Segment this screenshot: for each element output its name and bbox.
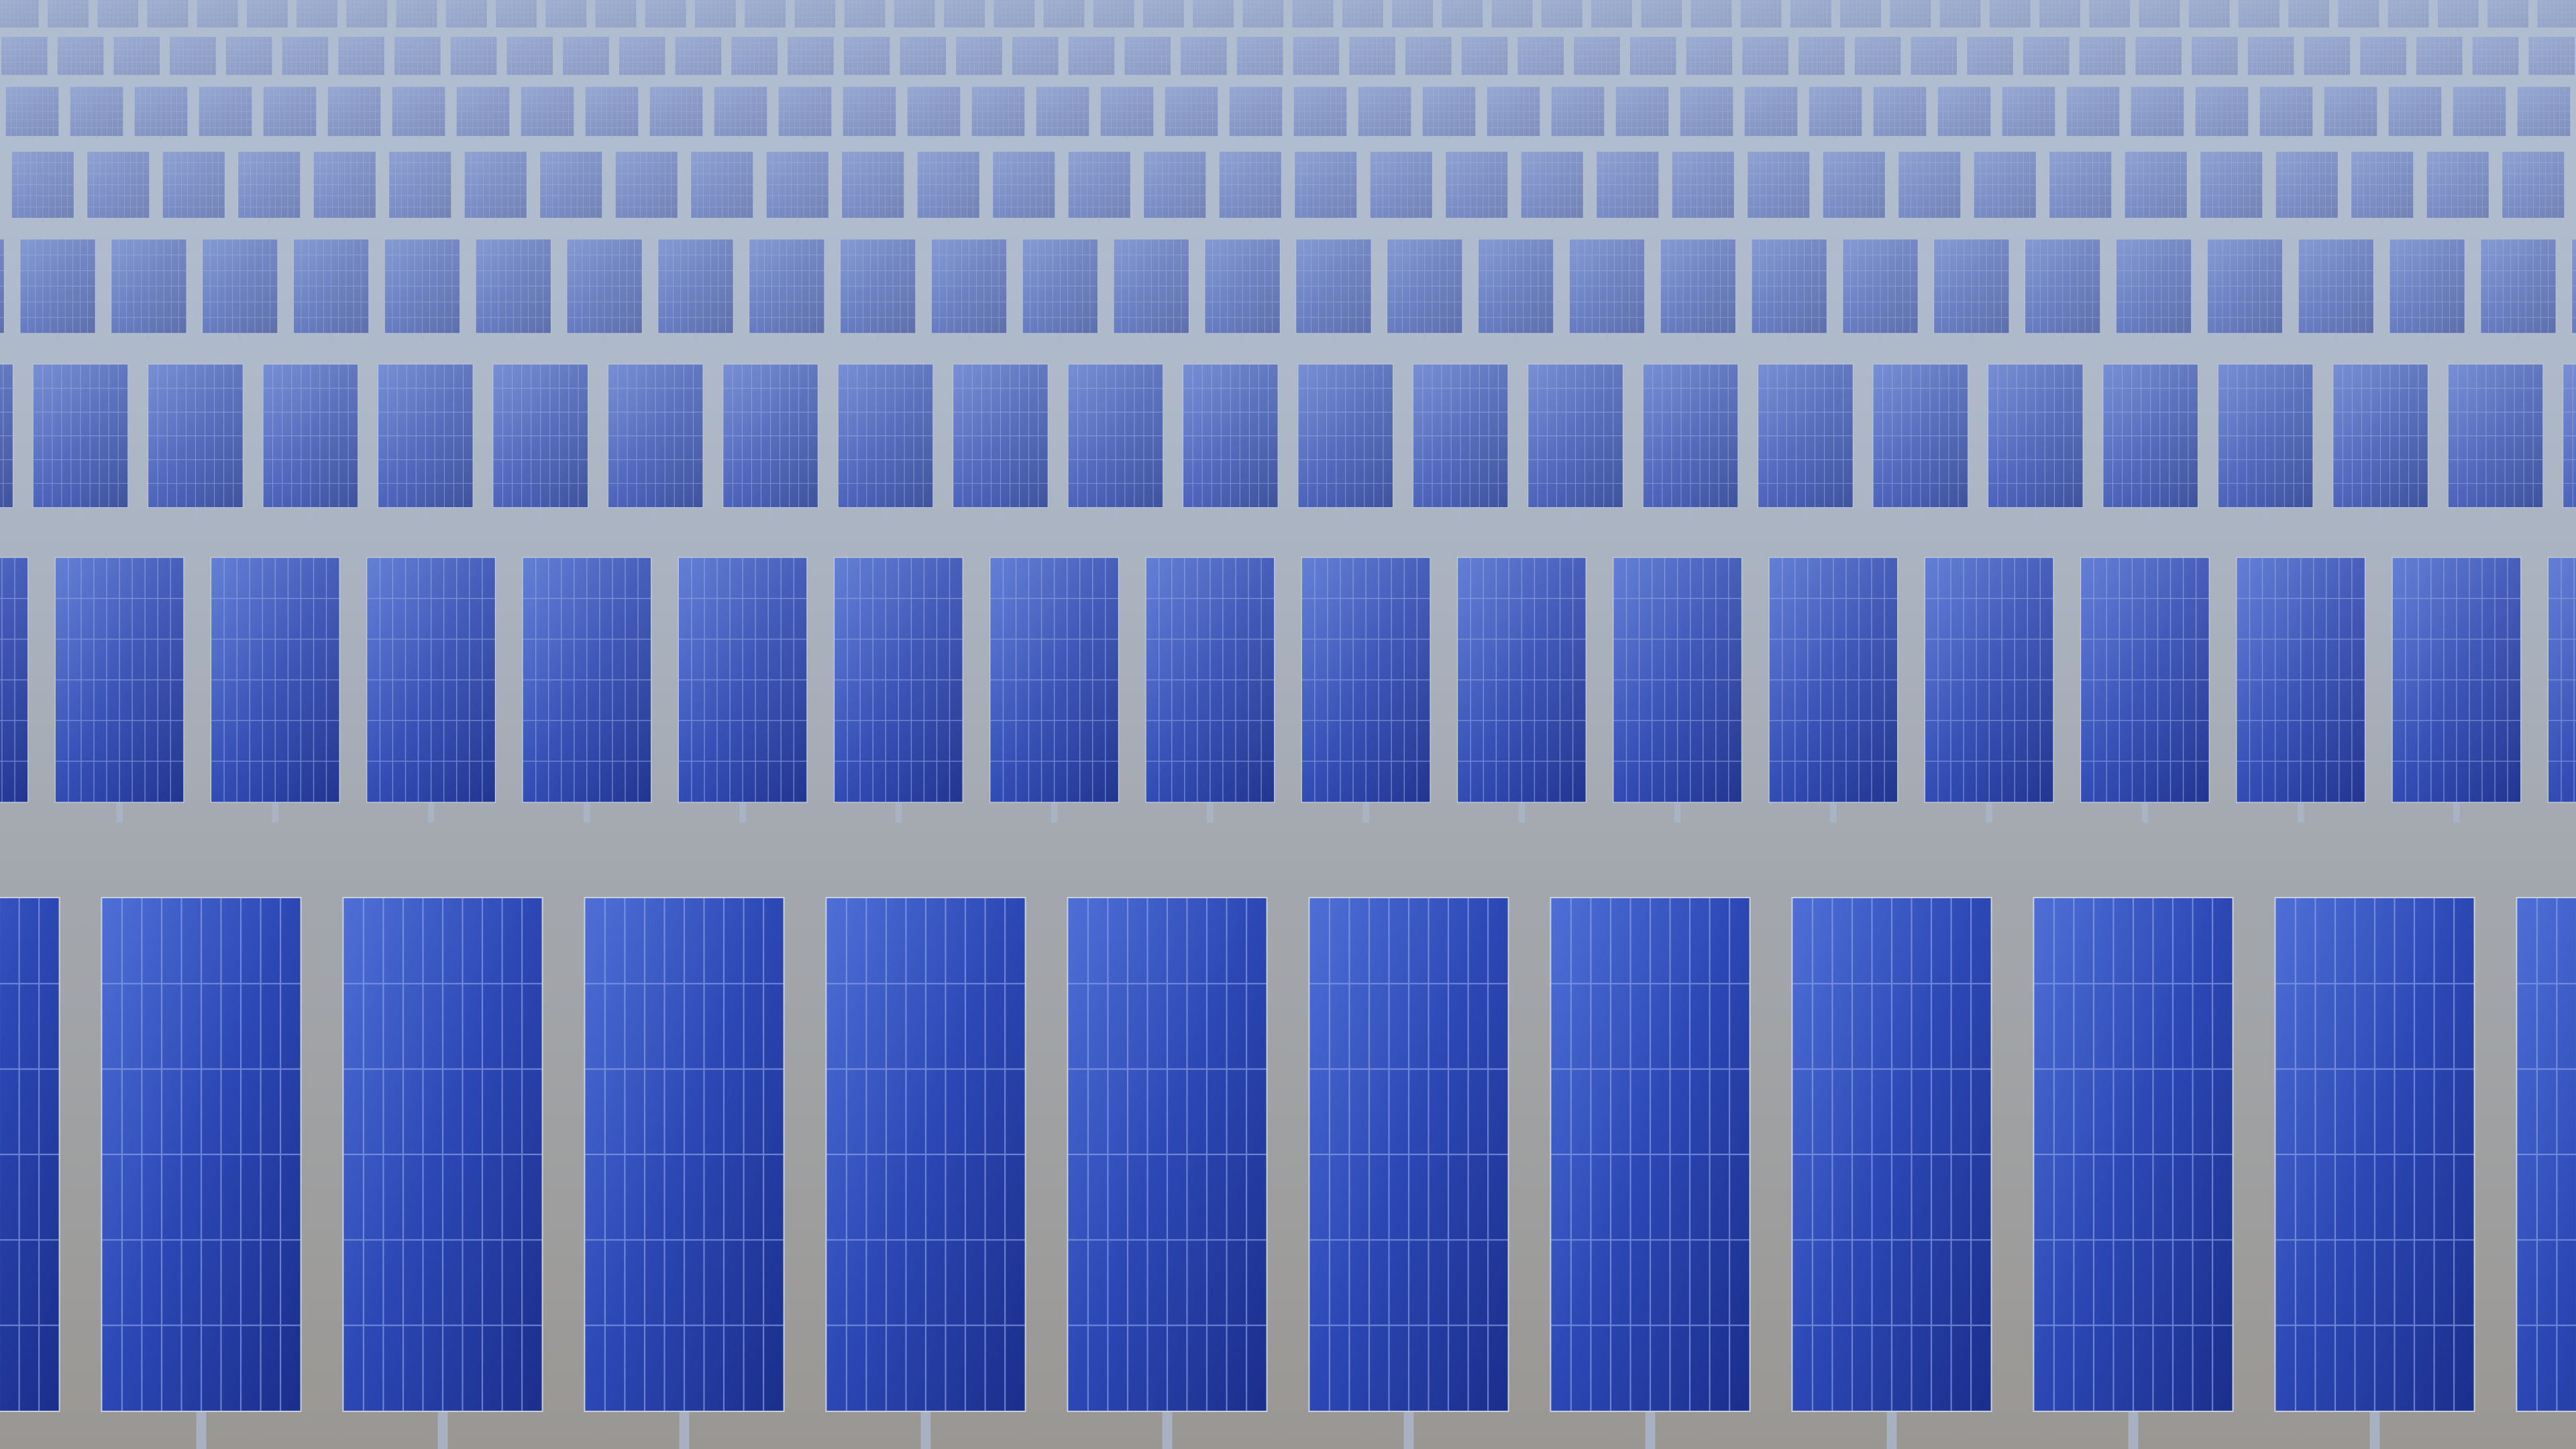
solar-field-scene xyxy=(0,0,2576,1449)
distance-haze xyxy=(0,0,2576,1449)
